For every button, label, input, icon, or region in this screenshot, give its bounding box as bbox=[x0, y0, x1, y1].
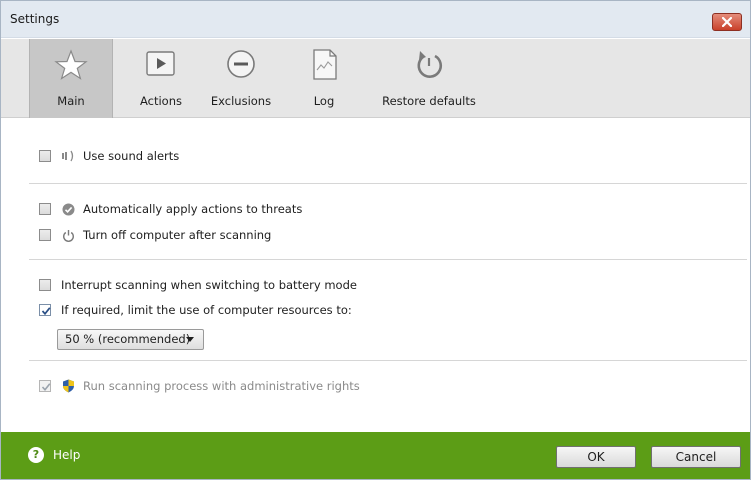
tab-restore-defaults[interactable]: Restore defaults bbox=[375, 39, 483, 118]
close-icon bbox=[722, 17, 732, 27]
window-title: Settings bbox=[10, 12, 60, 26]
sound-alerts-checkbox[interactable] bbox=[39, 150, 51, 162]
help-label: Help bbox=[53, 448, 81, 462]
divider bbox=[29, 259, 747, 260]
admin-rights-option: Run scanning process with administrative… bbox=[39, 377, 360, 395]
check-circle-icon bbox=[61, 202, 75, 216]
help-link[interactable]: ? Help bbox=[28, 447, 80, 463]
speaker-icon bbox=[61, 149, 75, 163]
chevron-down-icon bbox=[186, 337, 194, 342]
admin-rights-label: Run scanning process with administrative… bbox=[83, 379, 360, 393]
checkmark-icon bbox=[41, 307, 51, 316]
turn-off-option[interactable]: Turn off computer after scanning bbox=[39, 226, 271, 244]
tab-log-label: Log bbox=[313, 94, 335, 108]
turn-off-checkbox[interactable] bbox=[39, 229, 51, 241]
tab-exclusions-label: Exclusions bbox=[210, 94, 272, 108]
cancel-button[interactable]: Cancel bbox=[651, 446, 741, 468]
admin-rights-checkbox bbox=[39, 380, 51, 392]
power-icon bbox=[61, 228, 75, 242]
sound-alerts-label: Use sound alerts bbox=[83, 149, 180, 163]
toolbar: Main Actions Exclusions Log Restore defa… bbox=[1, 39, 750, 118]
limit-resources-option[interactable]: If required, limit the use of computer r… bbox=[39, 301, 352, 319]
tab-main[interactable]: Main bbox=[29, 39, 113, 118]
sound-alerts-option[interactable]: Use sound alerts bbox=[39, 147, 179, 165]
tab-restore-defaults-label: Restore defaults bbox=[382, 94, 476, 108]
checkmark-icon bbox=[41, 383, 51, 392]
battery-option[interactable]: Interrupt scanning when switching to bat… bbox=[39, 276, 357, 294]
tab-actions-label: Actions bbox=[139, 94, 182, 108]
battery-label: Interrupt scanning when switching to bat… bbox=[61, 278, 357, 292]
limit-resources-checkbox[interactable] bbox=[39, 304, 51, 316]
settings-panel: Use sound alerts Automatically apply act… bbox=[1, 119, 750, 431]
ok-button[interactable]: OK bbox=[556, 446, 636, 468]
uac-shield-icon bbox=[61, 379, 75, 393]
star-icon bbox=[54, 49, 88, 80]
divider bbox=[29, 360, 747, 361]
restore-icon bbox=[417, 51, 443, 78]
auto-apply-option[interactable]: Automatically apply actions to threats bbox=[39, 200, 302, 218]
help-icon: ? bbox=[28, 447, 44, 463]
play-icon bbox=[146, 51, 175, 76]
resource-limit-dropdown[interactable]: 50 % (recommended) bbox=[57, 329, 204, 350]
resource-limit-value: 50 % (recommended) bbox=[65, 332, 191, 346]
battery-checkbox[interactable] bbox=[39, 279, 51, 291]
title-bar: Settings bbox=[1, 1, 750, 38]
footer-bar: ? Help OK Cancel bbox=[1, 432, 750, 479]
log-document-icon bbox=[313, 49, 337, 80]
minus-circle-icon bbox=[227, 50, 255, 78]
tab-log[interactable]: Log bbox=[297, 39, 351, 118]
tab-actions[interactable]: Actions bbox=[126, 39, 196, 118]
tab-main-label: Main bbox=[57, 94, 85, 108]
close-button[interactable] bbox=[712, 13, 742, 31]
limit-resources-label: If required, limit the use of computer r… bbox=[61, 303, 352, 317]
auto-apply-label: Automatically apply actions to threats bbox=[83, 202, 303, 216]
turn-off-label: Turn off computer after scanning bbox=[83, 228, 272, 242]
divider bbox=[29, 183, 747, 184]
auto-apply-checkbox[interactable] bbox=[39, 203, 51, 215]
settings-window: Settings Main Actions Exclusions Log Res… bbox=[0, 0, 751, 480]
tab-exclusions[interactable]: Exclusions bbox=[201, 39, 281, 118]
